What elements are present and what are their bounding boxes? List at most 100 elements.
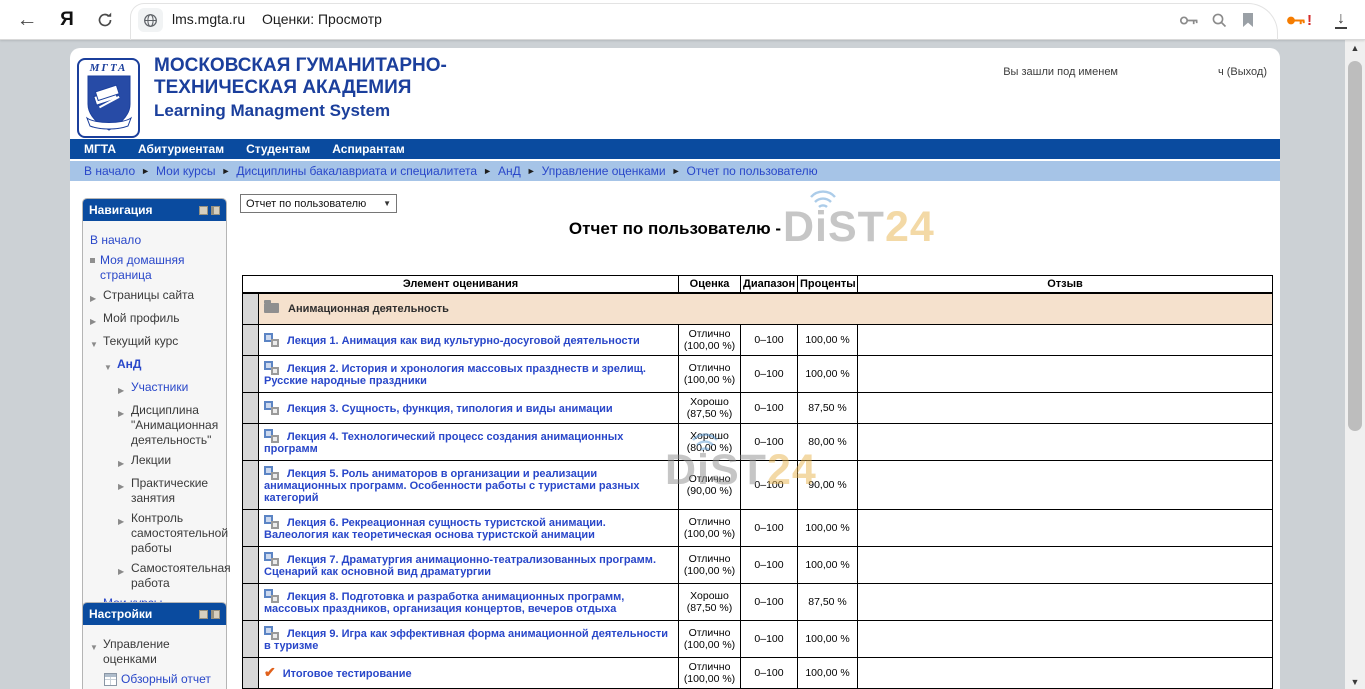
sidebar-item[interactable]: ▶Мой профиль — [86, 311, 223, 329]
dock-block-icon[interactable] — [211, 206, 220, 215]
breadcrumb-link-5[interactable]: Отчет по пользователю — [687, 164, 818, 178]
range-cell: 0–100 — [741, 423, 798, 460]
sidebar-item-label[interactable]: Обзорный отчет — [121, 672, 223, 687]
expanded-triangle-icon[interactable]: ▼ — [90, 637, 103, 655]
grade-item-link[interactable]: Лекция 8. Подготовка и разработка анимац… — [264, 591, 624, 615]
mgta-logo[interactable]: МГТА — [77, 58, 140, 138]
sidebar-item[interactable]: ▶Лекции — [86, 453, 223, 471]
navbar-item-0[interactable]: МГТА — [84, 142, 116, 156]
range-cell: 0–100 — [741, 392, 798, 423]
sidebar-item[interactable]: ▶Контроль самостоятельной работы — [86, 511, 223, 556]
collapsed-triangle-icon[interactable]: ▶ — [118, 403, 131, 421]
site-security-chip[interactable] — [138, 8, 163, 32]
logo-abbr-text: МГТА — [90, 62, 128, 74]
address-bar-url[interactable]: lms.mgta.ru — [172, 11, 245, 27]
sidebar-item[interactable]: Обзорный отчет — [86, 672, 223, 687]
scrollbar[interactable]: ▲ ▼ — [1345, 40, 1365, 689]
breadcrumb-separator-icon: ► — [221, 166, 230, 176]
sidebar-item-label: Дисциплина "Анимационная деятельность" — [131, 403, 223, 448]
breadcrumb-link-0[interactable]: В начало — [84, 164, 135, 178]
back-button[interactable]: ← — [12, 0, 42, 40]
percent-cell: 80,00 % — [798, 423, 858, 460]
hide-block-icon[interactable] — [199, 206, 208, 215]
grade-item-link[interactable]: Лекция 7. Драматургия анимационно-театра… — [264, 554, 656, 578]
navbar-item-2[interactable]: Студентам — [246, 142, 310, 156]
password-manager-button[interactable] — [1175, 0, 1203, 40]
grade-item-row: Лекция 5. Роль аниматоров в организации … — [243, 460, 1273, 509]
sidebar-item[interactable]: ▶Страницы сайта — [86, 288, 223, 306]
sidebar-item-label: Управление оценками — [103, 637, 223, 667]
grade-item-link[interactable]: Лекция 1. Анимация как вид культурно-дос… — [287, 335, 640, 347]
range-cell: 0–100 — [741, 460, 798, 509]
feedback-cell — [858, 355, 1273, 392]
grade-cell: Отлично(90,00 %) — [679, 460, 741, 509]
page-zoom-button[interactable] — [1205, 0, 1233, 40]
sidebar-item[interactable]: ▶Самостоятельная работа — [86, 561, 223, 591]
sidebar-item[interactable]: ▼АнД — [86, 357, 223, 375]
navigation-block-header: Навигация — [83, 199, 226, 221]
grade-item-row: Лекция 4. Технологический процесс создан… — [243, 423, 1273, 460]
breadcrumb-link-2[interactable]: Дисциплины бакалавриата и специалитета — [236, 164, 477, 178]
refresh-button[interactable] — [90, 0, 120, 40]
sidebar-item-label[interactable]: АнД — [117, 357, 223, 372]
magnifier-icon — [1211, 12, 1228, 29]
navigation-block-title: Навигация — [89, 203, 153, 217]
sidebar-item-label[interactable]: Участники — [131, 380, 223, 395]
feedback-cell — [858, 509, 1273, 546]
grade-item-link[interactable]: Лекция 6. Рекреационная сущность туристс… — [264, 517, 606, 541]
collapsed-triangle-icon[interactable]: ▶ — [118, 476, 131, 494]
lesson-module-icon — [264, 333, 279, 347]
range-cell: 0–100 — [741, 324, 798, 355]
report-type-select[interactable]: Отчет по пользователю ▼ — [240, 194, 397, 213]
sidebar-item[interactable]: ▶Практические занятия — [86, 476, 223, 506]
collapsed-triangle-icon[interactable]: ▶ — [90, 288, 103, 306]
expanded-triangle-icon[interactable]: ▼ — [90, 334, 103, 352]
breadcrumb-link-1[interactable]: Мои курсы — [156, 164, 215, 178]
breadcrumb-separator-icon: ► — [527, 166, 536, 176]
scrollbar-thumb[interactable] — [1348, 61, 1362, 431]
scroll-down-arrow[interactable]: ▼ — [1345, 677, 1365, 687]
sidebar-item-label[interactable]: Моя домашняя страница — [100, 253, 223, 283]
password-alert-button[interactable]: ! — [1282, 0, 1316, 40]
navbar-item-1[interactable]: Абитуриентам — [138, 142, 224, 156]
sidebar-item[interactable]: ▶Дисциплина "Анимационная деятельность" — [86, 403, 223, 448]
grade-item-link[interactable]: Лекция 5. Роль аниматоров в организации … — [264, 468, 640, 504]
lesson-module-icon — [264, 401, 279, 415]
logout-link[interactable]: ч (Выход) — [1218, 66, 1267, 78]
collapsed-triangle-icon[interactable]: ▶ — [118, 453, 131, 471]
dock-block-icon[interactable] — [211, 610, 220, 619]
main-navbar: МГТА Абитуриентам Студентам Аспирантам — [70, 139, 1280, 159]
percent-cell: 87,50 % — [798, 392, 858, 423]
download-button[interactable]: ↓ — [1326, 0, 1356, 40]
grade-item-link[interactable]: Лекция 2. История и хронология массовых … — [264, 363, 646, 387]
collapsed-triangle-icon[interactable]: ▶ — [118, 561, 131, 579]
breadcrumb-link-3[interactable]: АнД — [498, 164, 521, 178]
hide-block-icon[interactable] — [199, 610, 208, 619]
expanded-triangle-icon[interactable]: ▼ — [104, 357, 117, 375]
bookmark-button[interactable] — [1236, 0, 1260, 40]
sidebar-item[interactable]: ▼Управление оценками — [86, 637, 223, 667]
navbar-item-3[interactable]: Аспирантам — [332, 142, 405, 156]
sidebar-item[interactable]: Моя домашняя страница — [86, 253, 223, 283]
yandex-logo-button[interactable]: Я — [52, 0, 82, 40]
sidebar-item[interactable]: ▶Участники — [86, 380, 223, 398]
breadcrumb-link-4[interactable]: Управление оценками — [542, 164, 666, 178]
sidebar-item[interactable]: ▼Текущий курс — [86, 334, 223, 352]
grade-item-link[interactable]: Лекция 9. Игра как эффективная форма ани… — [264, 628, 668, 652]
item-name-cell: Лекция 1. Анимация как вид культурно-дос… — [259, 324, 679, 355]
breadcrumb-separator-icon: ► — [672, 166, 681, 176]
scroll-up-arrow[interactable]: ▲ — [1345, 43, 1365, 53]
alert-exclamation: ! — [1307, 12, 1312, 29]
grade-item-link[interactable]: Лекция 4. Технологический процесс создан… — [264, 431, 623, 455]
indent-cell — [243, 324, 259, 355]
quiz-check-icon: ✔ — [264, 664, 276, 680]
grade-item-link[interactable]: Итоговое тестирование — [283, 668, 412, 680]
grade-item-row: Лекция 7. Драматургия анимационно-театра… — [243, 546, 1273, 583]
square-bullet-icon — [90, 258, 100, 263]
collapsed-triangle-icon[interactable]: ▶ — [90, 311, 103, 329]
collapsed-triangle-icon[interactable]: ▶ — [118, 511, 131, 529]
grade-cell: Хорошо(87,50 %) — [679, 392, 741, 423]
grade-item-link[interactable]: Лекция 3. Сущность, функция, типология и… — [287, 403, 613, 415]
grade-item-row: Лекция 9. Игра как эффективная форма ани… — [243, 620, 1273, 657]
collapsed-triangle-icon[interactable]: ▶ — [118, 380, 131, 398]
